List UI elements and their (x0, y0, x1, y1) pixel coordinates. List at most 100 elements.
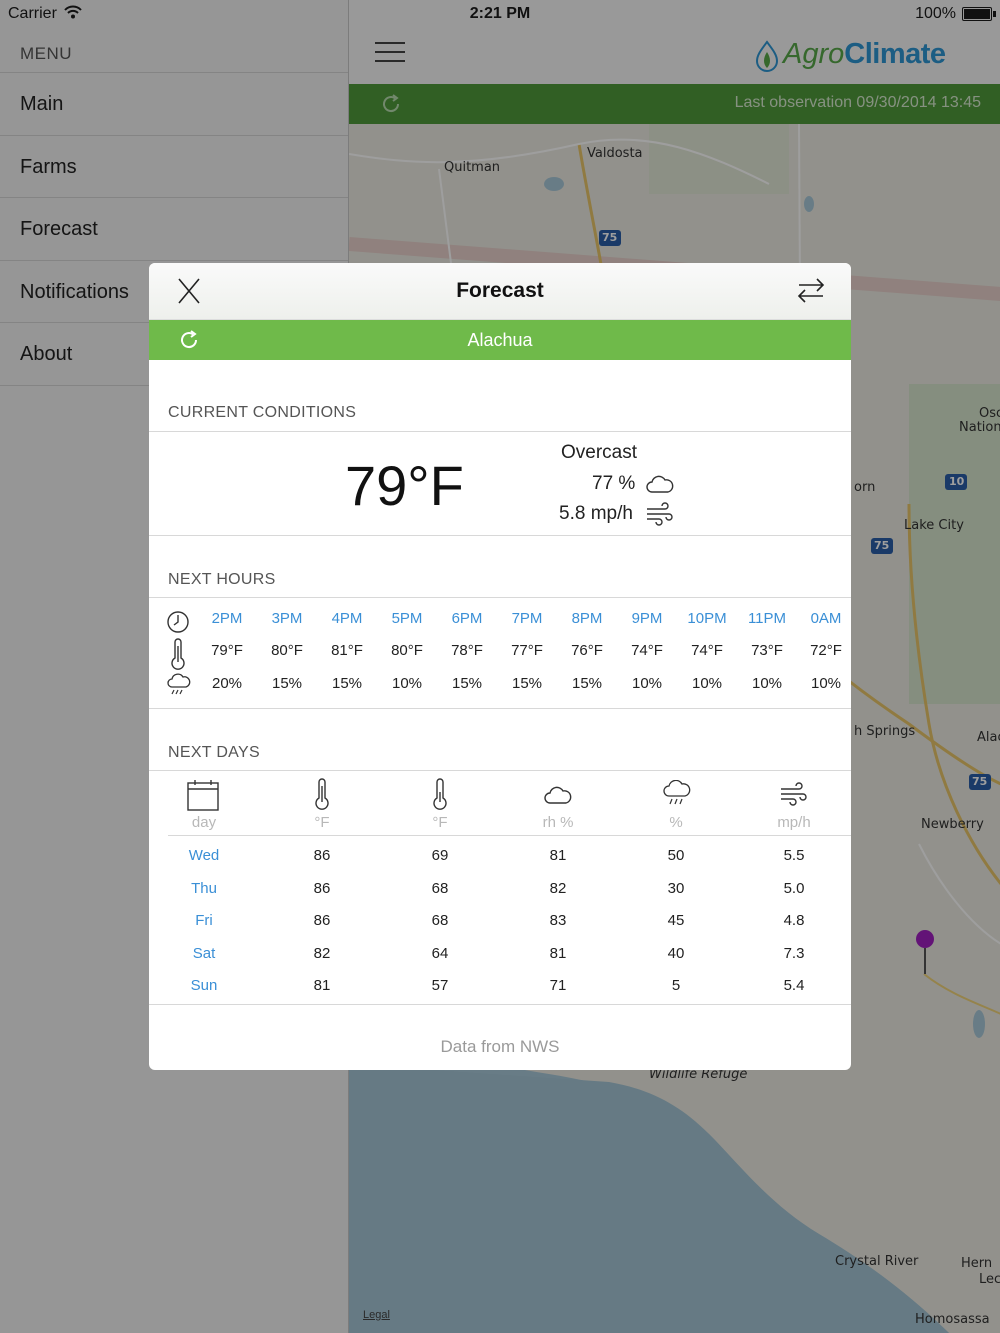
hour-rain: 10% (631, 675, 663, 692)
status-bar: Carrier 2:21 PM 100% (0, 0, 1000, 28)
rain-cloud-icon (663, 780, 691, 805)
hours-temp-row: 79°F 80°F 81°F 80°F 78°F 77°F 76°F 74°F … (149, 638, 851, 670)
day-name: Sun (190, 977, 218, 994)
day-max-temp: 81 (313, 977, 331, 994)
clock-icon (167, 611, 189, 633)
unit-max-temp: °F (314, 814, 330, 831)
thermometer-min-icon (433, 778, 447, 810)
hour-time: 3PM (271, 610, 303, 627)
cloud-icon (544, 786, 572, 804)
hour-temp: 81°F (331, 642, 363, 659)
hour-temp: 78°F (451, 642, 483, 659)
thermometer-icon (171, 638, 185, 670)
hour-time: 7PM (511, 610, 543, 627)
hour-rain: 20% (211, 675, 243, 692)
hour-rain: 15% (511, 675, 543, 692)
hour-time: 9PM (631, 610, 663, 627)
calendar-icon (187, 780, 219, 811)
location-name: Alachua (467, 330, 533, 350)
hour-time: 10PM (687, 610, 727, 627)
hour-rain: 10% (391, 675, 423, 692)
day-name: Wed (188, 847, 220, 864)
day-name: Sat (192, 945, 216, 962)
hour-temp: 74°F (691, 642, 723, 659)
clock-time: 2:21 PM (469, 5, 531, 22)
hour-time: 11PM (747, 610, 787, 627)
day-rain: 45 (667, 912, 685, 929)
hour-temp: 77°F (511, 642, 543, 659)
hour-rain: 15% (271, 675, 303, 692)
day-humidity: 81 (549, 945, 567, 962)
day-min-temp: 68 (431, 912, 449, 929)
rain-cloud-icon (167, 673, 191, 695)
unit-wind: mp/h (777, 814, 811, 831)
hour-time: 6PM (451, 610, 483, 627)
hour-temp: 80°F (391, 642, 423, 659)
hour-temp: 74°F (631, 642, 663, 659)
day-name: Thu (191, 880, 217, 897)
day-humidity: 81 (549, 847, 567, 864)
hour-temp: 80°F (271, 642, 303, 659)
hour-rain: 15% (331, 675, 363, 692)
day-max-temp: 86 (313, 847, 331, 864)
divider (149, 431, 851, 432)
hour-time: 2PM (211, 610, 243, 627)
day-max-temp: 86 (313, 912, 331, 929)
hour-temp: 79°F (211, 642, 243, 659)
day-wind: 7.3 (783, 945, 805, 962)
day-wind: 4.8 (783, 912, 805, 929)
current-condition: Overcast (561, 442, 638, 463)
battery-icon (962, 7, 996, 21)
divider (168, 835, 851, 836)
divider (149, 597, 851, 598)
unit-humidity: rh % (542, 814, 574, 831)
day-max-temp: 86 (313, 880, 331, 897)
hour-time: 0AM (810, 610, 842, 627)
hour-temp: 72°F (810, 642, 842, 659)
next-days-title: NEXT DAYS (168, 744, 260, 761)
hour-temp: 73°F (751, 642, 783, 659)
hours-time-row: 2PM 3PM 4PM 5PM 6PM 7PM 8PM 9PM 10PM 11P… (149, 610, 851, 634)
divider (149, 708, 851, 709)
hour-time: 4PM (331, 610, 363, 627)
wind-icon (781, 782, 807, 806)
day-wind: 5.4 (783, 977, 805, 994)
divider (149, 535, 851, 536)
day-rain: 5 (671, 977, 681, 994)
day-rain: 50 (667, 847, 685, 864)
cloud-icon (646, 475, 674, 493)
day-wind: 5.0 (783, 880, 805, 897)
modal-title: Forecast (456, 279, 544, 302)
hour-rain: 15% (451, 675, 483, 692)
current-conditions-title: CURRENT CONDITIONS (168, 404, 357, 421)
day-min-temp: 68 (431, 880, 449, 897)
day-wind: 5.5 (783, 847, 805, 864)
day-name: Fri (195, 912, 213, 929)
day-rain: 40 (667, 945, 685, 962)
modal-header: Forecast (149, 263, 851, 320)
data-source-footer: Data from NWS (440, 1037, 560, 1056)
next-hours-title: NEXT HOURS (168, 571, 276, 588)
day-rain: 30 (667, 880, 685, 897)
hour-rain: 10% (810, 675, 842, 692)
unit-min-temp: °F (432, 814, 448, 831)
current-humidity: 77 % (592, 473, 636, 494)
location-bar: Alachua (149, 320, 851, 360)
day-min-temp: 64 (431, 945, 449, 962)
day-humidity: 82 (549, 880, 567, 897)
wind-icon (647, 502, 673, 526)
hour-rain: 10% (691, 675, 723, 692)
hour-temp: 76°F (571, 642, 603, 659)
swap-arrows-icon[interactable] (797, 277, 825, 303)
divider (149, 1004, 851, 1005)
hour-rain: 15% (571, 675, 603, 692)
day-min-temp: 69 (431, 847, 449, 864)
day-humidity: 83 (549, 912, 567, 929)
thermometer-max-icon (315, 778, 329, 810)
day-max-temp: 82 (313, 945, 331, 962)
battery-percent: 100% (915, 5, 956, 22)
divider (149, 770, 851, 771)
unit-rain: % (669, 814, 683, 831)
day-min-temp: 57 (431, 977, 449, 994)
hour-time: 8PM (571, 610, 603, 627)
